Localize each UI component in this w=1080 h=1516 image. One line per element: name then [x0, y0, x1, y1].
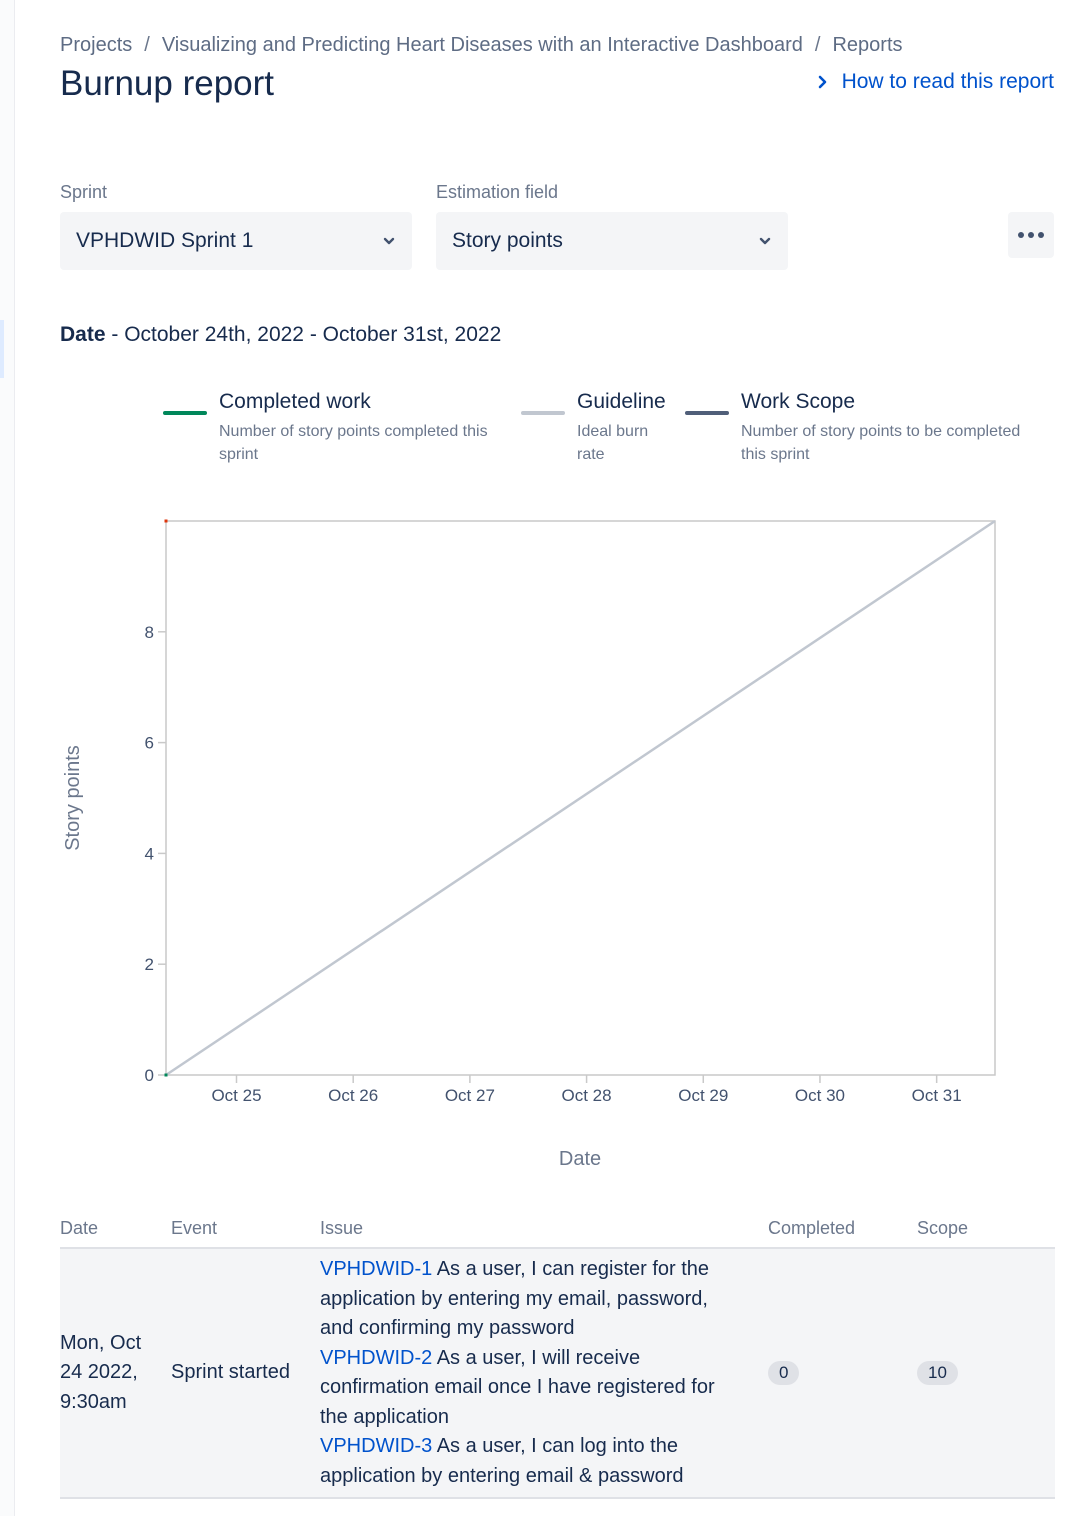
event-issues: VPHDWID-1 As a user, I can register for …: [320, 1248, 768, 1499]
legend-swatch-completed: [163, 411, 207, 415]
column-header-scope: Scope: [917, 1218, 1055, 1249]
sprint-select-value: VPHDWID Sprint 1: [76, 229, 254, 252]
breadcrumb-project[interactable]: Visualizing and Predicting Heart Disease…: [162, 34, 803, 56]
legend-description: Ideal burn rate: [577, 423, 649, 463]
x-tick-label: Oct 31: [912, 1086, 962, 1105]
completed-cell: 0: [768, 1248, 917, 1499]
event-name: Sprint started: [171, 1248, 320, 1499]
y-tick-label: 6: [145, 734, 154, 753]
legend-title: Completed work: [219, 390, 371, 413]
series-point-work-scope: [164, 519, 168, 523]
y-tick-label: 4: [145, 844, 154, 863]
estimation-select[interactable]: Story points: [436, 212, 788, 270]
issue-key-link[interactable]: VPHDWID-1: [320, 1258, 432, 1280]
issue-entry: VPHDWID-1 As a user, I can register for …: [320, 1255, 738, 1344]
x-tick-label: Oct 25: [211, 1086, 261, 1105]
how-to-read-link[interactable]: How to read this report: [818, 70, 1054, 94]
issue-key-link[interactable]: VPHDWID-3: [320, 1435, 432, 1457]
y-tick-label: 0: [145, 1066, 154, 1085]
column-header-completed: Completed: [768, 1218, 917, 1249]
y-tick-label: 8: [145, 623, 154, 642]
issue-entry: VPHDWID-2 As a user, I will receive conf…: [320, 1344, 738, 1433]
table-row: Mon, Oct 24 2022, 9:30am Sprint started …: [60, 1248, 1055, 1499]
y-axis: 0 2 4 6 8: [145, 623, 166, 1085]
chevron-right-icon: [818, 75, 826, 89]
issue-entry: VPHDWID-3 As a user, I can log into the …: [320, 1432, 738, 1491]
x-tick-label: Oct 28: [562, 1086, 612, 1105]
date-range-value: - October 24th, 2022 - October 31st, 202…: [105, 323, 502, 346]
breadcrumb: Projects / Visualizing and Predicting Hear…: [60, 34, 903, 57]
chevron-down-icon: [383, 237, 395, 245]
x-tick-label: Oct 26: [328, 1086, 378, 1105]
column-header-issue: Issue: [320, 1218, 768, 1249]
y-axis-title: Story points: [62, 745, 84, 851]
more-dot-icon: [1028, 232, 1034, 238]
series-point-completed-work: [164, 1073, 168, 1077]
x-tick-label: Oct 30: [795, 1086, 845, 1105]
legend-swatch-guideline: [521, 411, 565, 415]
estimation-select-value: Story points: [452, 229, 563, 252]
issue-key-link[interactable]: VPHDWID-2: [320, 1347, 432, 1369]
more-dot-icon: [1038, 232, 1044, 238]
y-tick-label: 2: [145, 955, 154, 974]
legend-description: Number of story points completed this sp…: [219, 423, 488, 463]
events-table: Date Event Issue Completed Scope Mon, Oc…: [60, 1218, 1055, 1499]
column-header-event: Event: [171, 1218, 320, 1249]
column-header-date: Date: [60, 1218, 171, 1249]
estimation-label: Estimation field: [436, 182, 559, 202]
x-axis-title: Date: [559, 1148, 601, 1170]
legend-swatch-work-scope: [685, 411, 729, 415]
x-tick-label: Oct 29: [678, 1086, 728, 1105]
more-actions-button[interactable]: [1008, 212, 1054, 258]
scope-badge: 10: [917, 1361, 958, 1386]
sprint-select[interactable]: VPHDWID Sprint 1: [60, 212, 412, 270]
sprint-label: Sprint: [60, 182, 108, 202]
breadcrumb-separator: /: [144, 34, 150, 56]
completed-badge: 0: [768, 1361, 800, 1386]
more-dot-icon: [1018, 232, 1024, 238]
breadcrumb-projects[interactable]: Projects: [60, 34, 132, 56]
breadcrumb-reports[interactable]: Reports: [832, 34, 902, 56]
date-range-label: Date: [60, 323, 106, 346]
event-date: Mon, Oct 24 2022, 9:30am: [60, 1248, 171, 1499]
table-header-row: Date Event Issue Completed Scope: [60, 1218, 1055, 1249]
sidebar-active-indicator: [0, 320, 4, 378]
how-to-read-label: How to read this report: [841, 70, 1054, 93]
page-title: Burnup report: [60, 64, 275, 103]
x-tick-label: Oct 27: [445, 1086, 495, 1105]
legend-title: Guideline: [577, 390, 666, 413]
legend-title: Work Scope: [741, 390, 855, 413]
legend-description: Number of story points to be completed t…: [741, 423, 1021, 463]
breadcrumb-separator: /: [814, 34, 821, 56]
scope-cell: 10: [917, 1248, 1055, 1499]
burnup-chart: 02468 Oct 25 Oct 26 Oct 27 Oct 28 Oct 29 Oct …: [62, 519, 996, 1170]
x-axis: Oct 25 Oct 26 Oct 27 Oct 28 Oct 29 Oct 30 Oct …: [211, 1075, 962, 1105]
chevron-down-icon: [759, 237, 771, 245]
date-range: Date - October 24th, 2022 - October 31st…: [60, 323, 501, 347]
